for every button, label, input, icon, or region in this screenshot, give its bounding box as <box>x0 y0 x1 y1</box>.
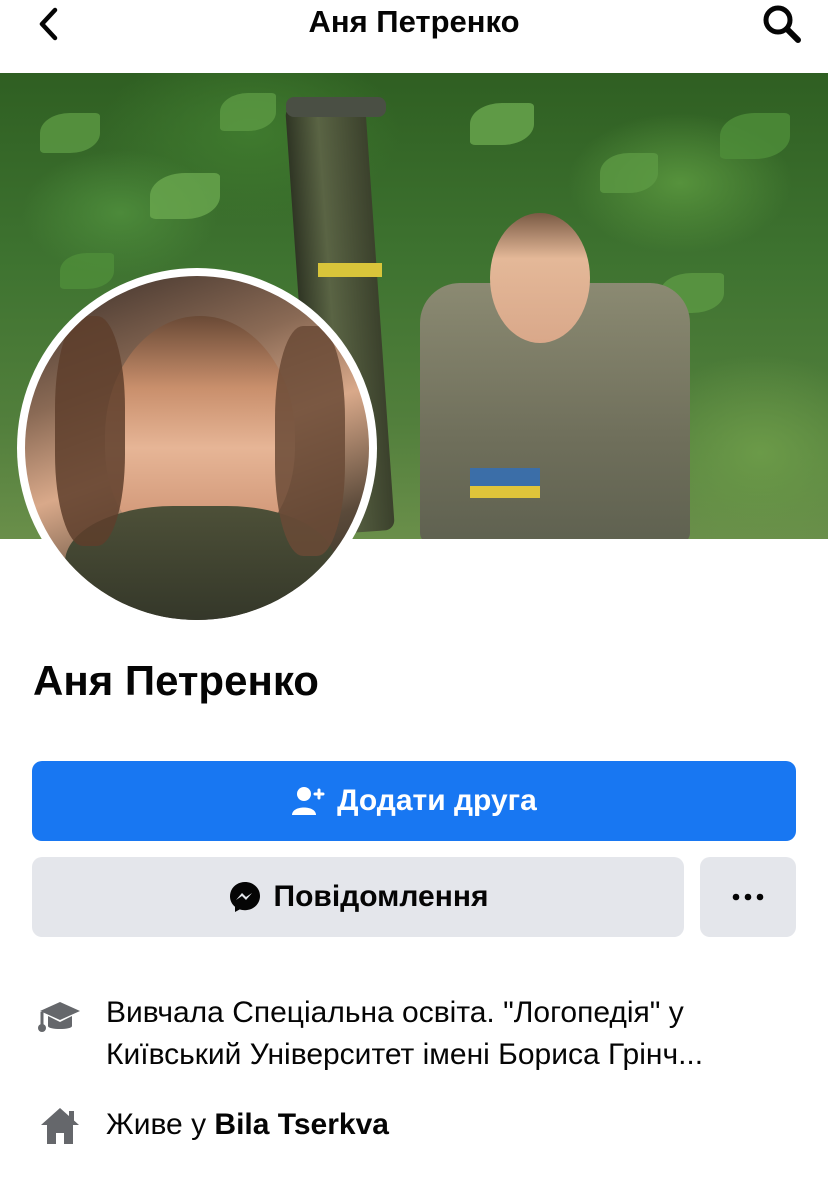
graduation-cap-icon <box>38 996 82 1040</box>
message-button[interactable]: Повідомлення <box>32 857 684 937</box>
education-line-1: Вивчала Спеціальна освіта. "Логопедія" у <box>106 996 684 1029</box>
search-icon <box>763 5 801 43</box>
profile-photo <box>25 276 369 620</box>
lives-in-row[interactable]: Живе у Bila Tserkva <box>0 1104 828 1150</box>
header-title: Аня Петренко <box>308 4 520 39</box>
more-icon <box>732 893 764 901</box>
home-icon <box>38 1104 82 1148</box>
education-row[interactable]: Вивчала Спеціальна освіта. "Логопедія" у… <box>0 992 828 1082</box>
message-label: Повідомлення <box>273 880 489 913</box>
top-bar: Аня Петренко <box>0 0 828 73</box>
lives-in-prefix: Живе у <box>106 1108 215 1141</box>
add-friend-button[interactable]: Додати друга <box>32 761 796 841</box>
add-friend-icon <box>291 784 325 818</box>
messenger-icon <box>228 880 262 914</box>
more-button[interactable] <box>700 857 796 937</box>
profile-picture[interactable] <box>17 268 377 628</box>
add-friend-label: Додати друга <box>337 784 537 817</box>
education-line-2: Київський Університет імені Бориса Грінч… <box>106 1038 704 1071</box>
lives-in-place[interactable]: Bila Tserkva <box>214 1108 389 1141</box>
profile-name: Аня Петренко <box>33 657 319 704</box>
search-button[interactable] <box>758 2 806 46</box>
